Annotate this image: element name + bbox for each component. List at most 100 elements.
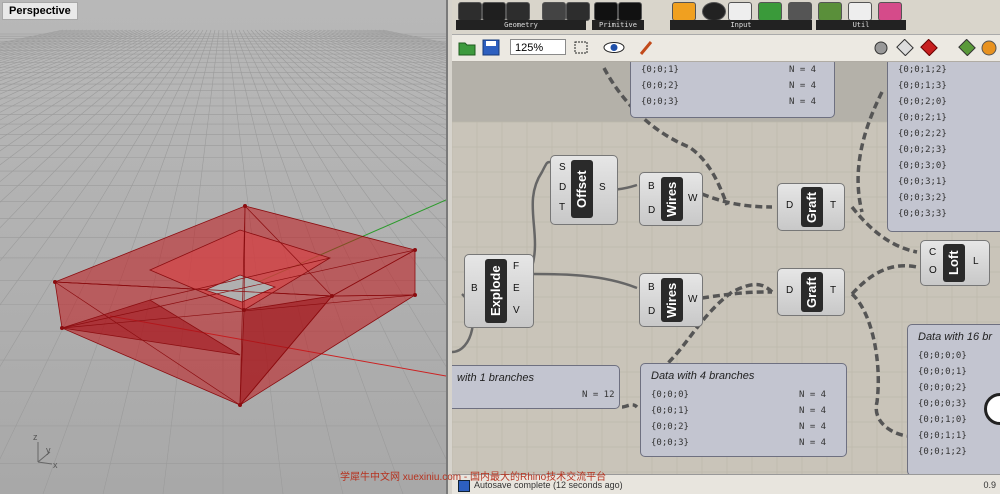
ribbon-group-input[interactable]: Input xyxy=(670,20,812,30)
preview-shaded-icon[interactable] xyxy=(896,39,914,56)
axis-x-label: x xyxy=(53,460,58,470)
preview-eye-icon[interactable] xyxy=(602,39,626,56)
bake-icon[interactable] xyxy=(958,39,976,56)
input-port-label[interactable]: B xyxy=(648,181,655,192)
ribbon-geometry-icon-2[interactable] xyxy=(482,2,506,21)
panel-row-path: {0;0;1;2} xyxy=(918,447,967,457)
input-port-label[interactable]: O xyxy=(929,265,937,276)
panel-row-path: {0;0;0;2} xyxy=(918,383,967,393)
viewport-scene[interactable] xyxy=(0,0,446,494)
panel-row-path: {0;0;2;3} xyxy=(898,145,947,155)
save-icon[interactable] xyxy=(482,39,500,56)
panel-row-path: {0;0;2;0} xyxy=(898,97,947,107)
panel-sixteen-branch[interactable]: Data with 16 br {0;0;0;0} {0;0;0;1} {0;0… xyxy=(907,324,1000,474)
panel-row-path: {0;0;1;1} xyxy=(918,431,967,441)
input-port-label[interactable]: D xyxy=(648,306,655,317)
ribbon-util-icon-3[interactable] xyxy=(878,2,902,21)
output-port-label[interactable]: L xyxy=(973,256,979,267)
gh-canvas[interactable]: {0;0;1} N = 4 {0;0;2} N = 4 {0;0;3} N = … xyxy=(452,62,1000,474)
ribbon-group-geometry[interactable]: Geometry xyxy=(456,20,586,30)
panel-top-right[interactable]: {0;0;1;2} {0;0;1;3} {0;0;2;0} {0;0;2;1} … xyxy=(887,62,1000,232)
axis-z-label: z xyxy=(33,432,38,442)
output-port-label[interactable]: W xyxy=(688,193,697,204)
watermark-text: 学犀牛中文网 xuexiniu.com - 国内最大的Rhino技术交流平台 xyxy=(340,472,607,483)
ribbon-input-icon-4[interactable] xyxy=(758,2,782,21)
ribbon-util-icon-2[interactable] xyxy=(848,2,872,21)
zoom-dropdown[interactable]: 125% xyxy=(510,39,566,55)
ribbon-group-util[interactable]: Util xyxy=(816,20,906,30)
rhino-perspective-viewport[interactable]: Perspective z y x xyxy=(0,0,448,494)
input-port-label[interactable]: D xyxy=(786,285,793,296)
component-nickname: Graft xyxy=(801,187,823,227)
ribbon-primitive-icon-1[interactable] xyxy=(594,2,618,21)
ribbon-geometry-icon-3[interactable] xyxy=(506,2,530,21)
loft-component[interactable]: C O Loft L xyxy=(920,240,990,286)
wires-component-1[interactable]: B D Wires W xyxy=(639,172,703,226)
grasshopper-window: Geometry Primitive Input Util 125% {0;0;… xyxy=(452,0,1000,494)
panel-row-count: N = 4 xyxy=(799,406,827,416)
ribbon-group-primitive[interactable]: Primitive xyxy=(592,20,644,30)
explode-component[interactable]: B Explode F E V xyxy=(464,254,534,328)
ribbon-input-icon-1[interactable] xyxy=(672,2,696,21)
panel-row-path: {0;0;1;3} xyxy=(898,81,947,91)
panel-row-path: {0;0;3;2} xyxy=(898,193,947,203)
ribbon-input-icon-5[interactable] xyxy=(788,2,812,21)
input-port-label[interactable]: B xyxy=(648,282,655,293)
panel-row-count: N = 4 xyxy=(799,422,827,432)
component-nickname: Graft xyxy=(801,272,823,312)
panel-row-path: {0;0;2} xyxy=(641,81,679,91)
preview-wire-icon[interactable] xyxy=(872,39,890,56)
color-preview-icon[interactable] xyxy=(980,39,998,56)
status-right-value: 0.9 xyxy=(983,480,996,490)
input-port-label[interactable]: C xyxy=(929,247,936,258)
ribbon-util-icon-1[interactable] xyxy=(818,2,842,21)
preview-selected-icon[interactable] xyxy=(920,39,938,56)
ribbon-geometry-icon-1[interactable] xyxy=(458,2,482,21)
input-port-label[interactable]: T xyxy=(559,202,565,213)
output-port-label[interactable]: V xyxy=(513,305,520,316)
output-port-label[interactable]: E xyxy=(513,283,520,294)
output-port-label[interactable]: S xyxy=(599,182,606,193)
output-port-label[interactable]: T xyxy=(830,200,836,211)
open-folder-icon[interactable] xyxy=(458,39,476,56)
graft-component-2[interactable]: D Graft T xyxy=(777,268,845,316)
panel-row-count: N = 4 xyxy=(789,65,817,75)
panel-row-path: {0;0;2;1} xyxy=(898,113,947,123)
component-ribbon: Geometry Primitive Input Util xyxy=(452,0,1000,35)
scroll-knob-icon[interactable] xyxy=(984,393,1000,425)
panel-row-path: {0;0;3;1} xyxy=(898,177,947,187)
input-port-label[interactable]: D xyxy=(559,182,566,193)
input-port-label[interactable]: B xyxy=(471,283,478,294)
component-nickname: Offset xyxy=(571,160,593,218)
input-port-label[interactable]: D xyxy=(786,200,793,211)
panel-row-path: {0;0;3} xyxy=(641,97,679,107)
ribbon-input-icon-2[interactable] xyxy=(702,2,726,21)
component-nickname: Wires xyxy=(661,278,683,322)
viewport-title[interactable]: Perspective xyxy=(2,2,78,20)
panel-title: Data with 16 br xyxy=(918,331,992,343)
zoom-extents-icon[interactable] xyxy=(572,39,590,56)
ribbon-primitive-icon-2[interactable] xyxy=(618,2,642,21)
wires-component-2[interactable]: B D Wires W xyxy=(639,273,703,327)
panel-row-path: {0;0;0} xyxy=(651,390,689,400)
graft-component-1[interactable]: D Graft T xyxy=(777,183,845,231)
panel-top-left[interactable]: {0;0;1} N = 4 {0;0;2} N = 4 {0;0;3} N = … xyxy=(630,62,835,118)
input-port-label[interactable]: D xyxy=(648,205,655,216)
output-port-label[interactable]: W xyxy=(688,294,697,305)
ribbon-input-icon-3[interactable] xyxy=(728,2,752,21)
panel-row-path: {0;0;3} xyxy=(651,438,689,448)
panel-row-count: N = 4 xyxy=(789,97,817,107)
component-nickname: Wires xyxy=(661,177,683,221)
panel-row-path: {0;0;1} xyxy=(641,65,679,75)
output-port-label[interactable]: T xyxy=(830,285,836,296)
input-port-label[interactable]: S xyxy=(559,162,566,173)
component-nickname: Explode xyxy=(485,259,507,323)
output-port-label[interactable]: F xyxy=(513,261,519,272)
panel-one-branch[interactable]: with 1 branches N = 12 xyxy=(452,365,620,409)
sketch-brush-icon[interactable] xyxy=(638,39,656,56)
ribbon-geometry-icon-4[interactable] xyxy=(542,2,566,21)
offset-component[interactable]: S D T Offset S xyxy=(550,155,618,225)
panel-title: Data with 4 branches xyxy=(651,370,755,382)
ribbon-geometry-icon-5[interactable] xyxy=(566,2,590,21)
panel-four-branch[interactable]: Data with 4 branches {0;0;0} N = 4 {0;0;… xyxy=(640,363,847,457)
